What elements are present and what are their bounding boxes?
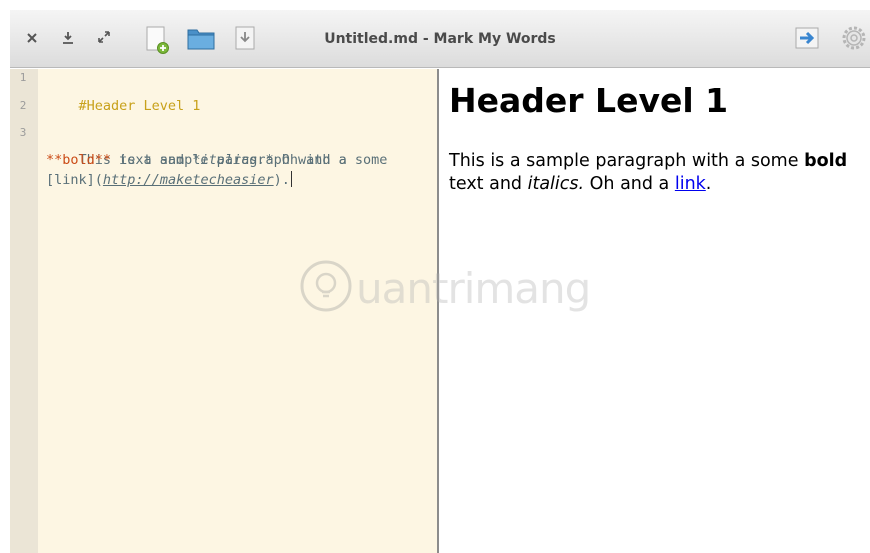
markdown-link-text: [link] [46,172,95,188]
close-icon[interactable] [24,30,40,46]
window-title: Untitled.md - Mark My Words [324,31,556,47]
preview-italic-text: italics. [527,174,585,194]
preview-link[interactable]: link [675,174,706,194]
editor-line-1: #Header Level 1 [46,75,201,137]
markdown-italic-text: *italics.* [192,151,274,168]
preview-bold-text: bold [804,151,848,171]
preview-pane: Header Level 1 This is a sample paragrap… [439,69,870,553]
markdown-plain-text: Oh and a [273,151,347,168]
preview-text: . [705,174,712,194]
title-bar: Untitled.md - Mark My Words [10,10,870,68]
markdown-header-text: #Header Level 1 [78,97,201,114]
preview-heading: Header Level 1 [449,81,729,120]
line-number: 1 [19,71,27,84]
markdown-url-text: http://maketecheasier [102,172,274,188]
line-number: 2 [19,99,27,112]
markdown-bold-text: **bold** [46,151,112,168]
minimize-icon[interactable] [60,30,76,46]
gear-icon[interactable] [840,24,868,52]
markdown-plain-text: text and [111,151,193,168]
editor-line-3c: [link](http://maketecheasier). [46,170,292,191]
preview-text: text and [449,174,528,194]
preview-text: This is a sample paragraph with a some [449,151,805,171]
new-file-icon[interactable] [145,26,171,54]
open-folder-icon[interactable] [186,26,216,52]
export-icon[interactable] [795,26,821,50]
markdown-paren: ( [94,172,103,188]
save-icon[interactable] [235,26,255,50]
text-caret [290,171,292,187]
line-number-gutter: 1 2 3 [10,69,38,553]
preview-text: Oh and a [584,174,675,194]
maximize-icon[interactable] [95,28,113,46]
editor-line-3b: **bold** text and *italics.* Oh and a [46,150,347,171]
markdown-paren: ). [273,172,290,188]
line-number: 3 [19,126,27,139]
preview-paragraph: This is a sample paragraph with a some b… [449,150,864,196]
markdown-editor[interactable]: #Header Level 1 This is a sample paragra… [38,69,437,553]
